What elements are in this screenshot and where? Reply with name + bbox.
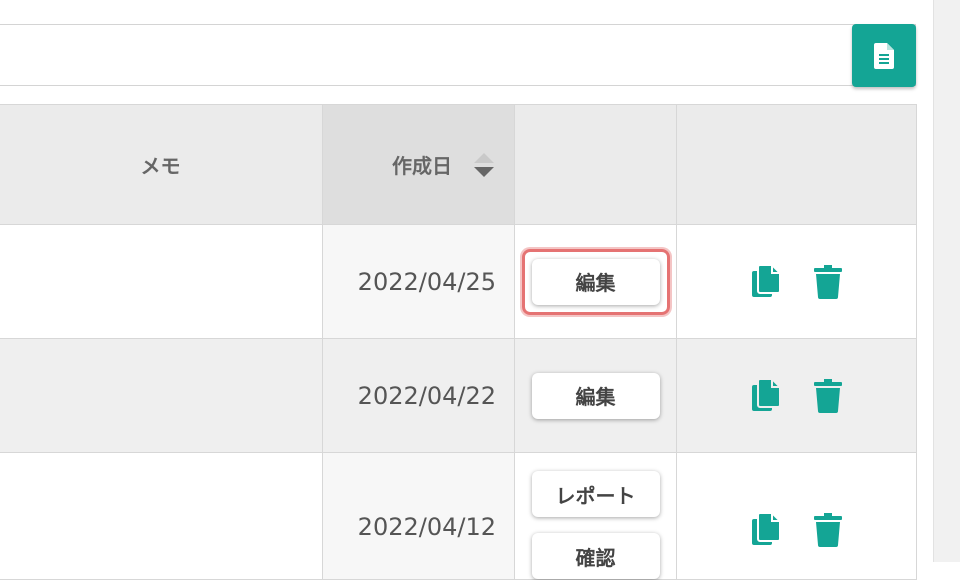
actions-cell: レポート 確認 xyxy=(514,452,677,580)
focus-ring: 編集 xyxy=(521,248,670,315)
actions-cell: 編集 xyxy=(514,338,677,453)
document-icon xyxy=(874,42,894,69)
tools-cell xyxy=(676,224,917,339)
copy-icon[interactable] xyxy=(751,513,782,547)
tools-cell xyxy=(676,338,917,453)
edit-button[interactable]: 編集 xyxy=(531,372,660,419)
scrollbar[interactable] xyxy=(933,0,960,562)
column-header-memo: メモ xyxy=(0,104,323,225)
memo-cell xyxy=(0,224,323,339)
created-date: 2022/04/22 xyxy=(322,338,515,453)
memo-cell xyxy=(0,338,323,453)
sort-icon[interactable] xyxy=(474,152,494,177)
trash-icon[interactable] xyxy=(813,378,842,413)
trash-icon[interactable] xyxy=(813,513,842,547)
document-button[interactable] xyxy=(852,24,916,87)
actions-cell: 編集 xyxy=(514,224,677,339)
report-button[interactable]: レポート xyxy=(531,471,660,517)
column-header-created[interactable]: 作成日 xyxy=(322,104,515,225)
trash-icon[interactable] xyxy=(813,264,842,299)
column-header-tools xyxy=(676,104,917,225)
confirm-button[interactable]: 確認 xyxy=(531,533,660,579)
table-row: 2022/04/25 編集 xyxy=(0,224,917,339)
table-row: 2022/04/12 レポート 確認 xyxy=(0,452,917,580)
created-date: 2022/04/25 xyxy=(322,224,515,339)
search-input[interactable] xyxy=(0,24,916,86)
copy-icon[interactable] xyxy=(751,378,782,413)
tools-cell xyxy=(676,452,917,580)
column-header-actions xyxy=(514,104,677,225)
edit-button[interactable]: 編集 xyxy=(531,258,660,305)
data-table: メモ 作成日 2022/04/25 編集 2022/04/22 編集 2022/… xyxy=(0,104,917,580)
table-row: 2022/04/22 編集 xyxy=(0,338,917,453)
copy-icon[interactable] xyxy=(751,264,782,299)
created-date: 2022/04/12 xyxy=(322,452,515,580)
memo-cell xyxy=(0,452,323,580)
